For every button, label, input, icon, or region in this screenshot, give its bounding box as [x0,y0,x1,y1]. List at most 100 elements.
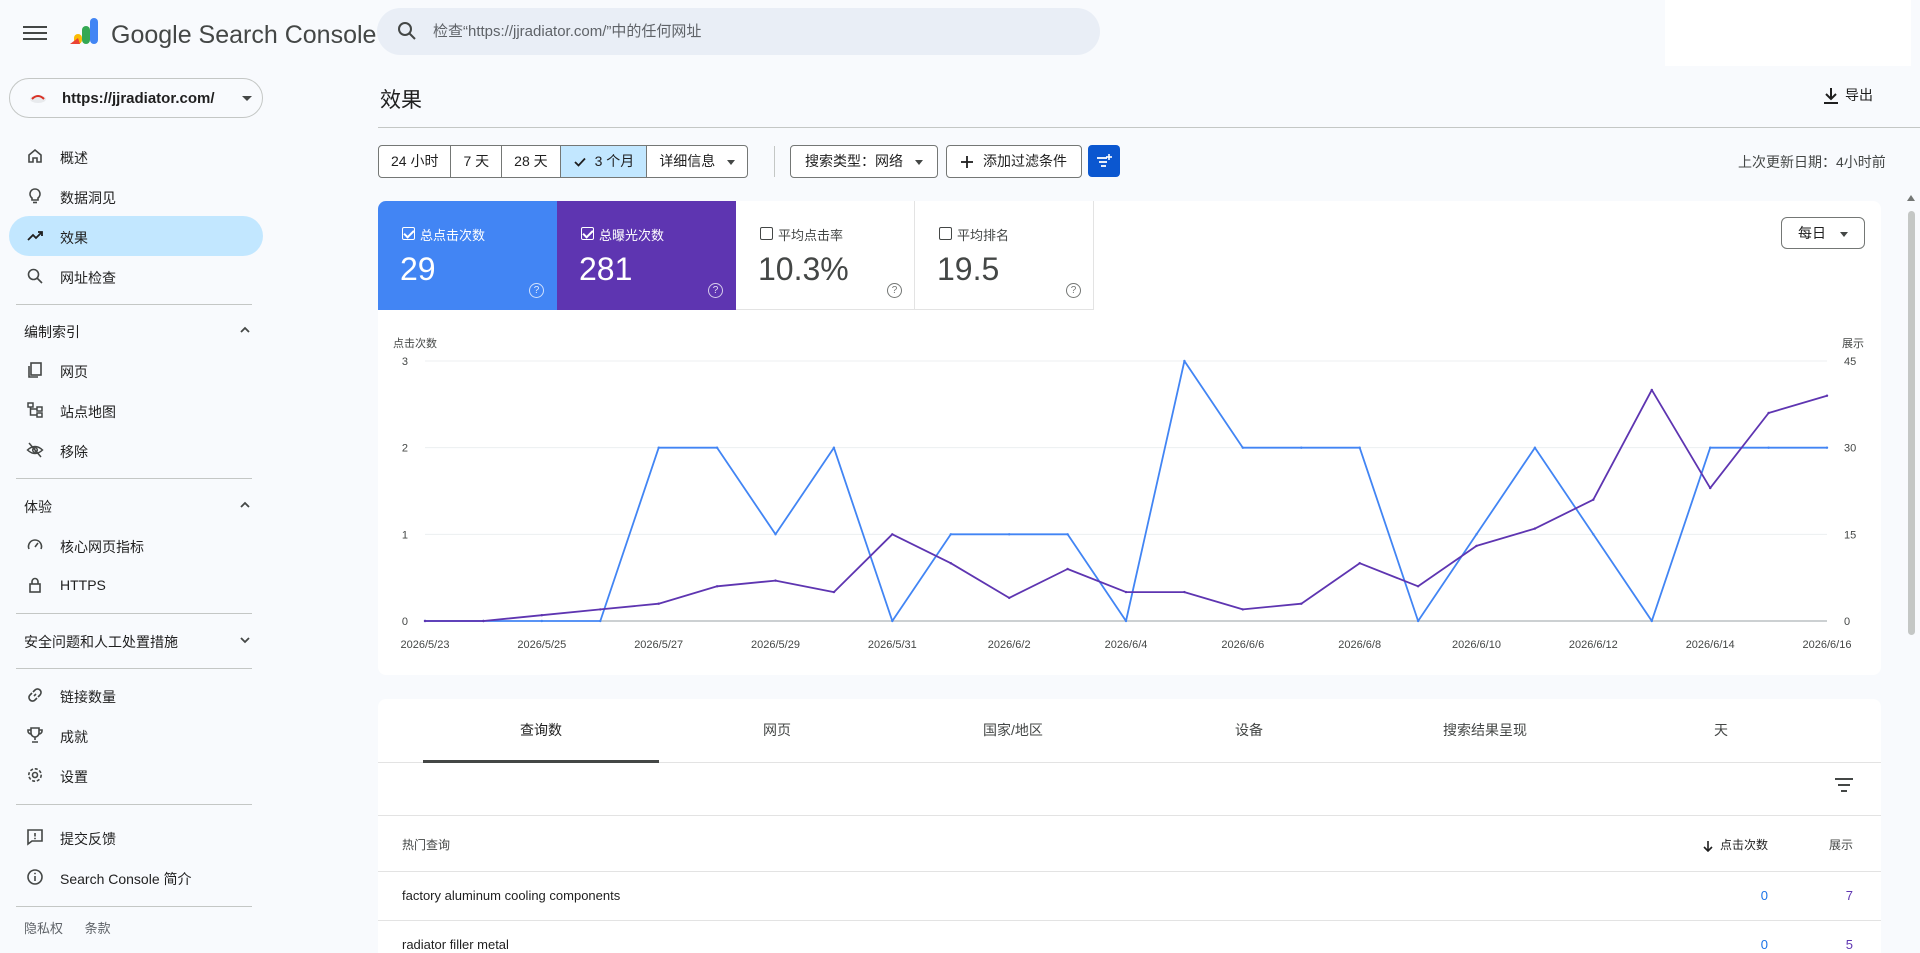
impressions-point [1533,527,1537,530]
checkbox[interactable] [939,227,952,240]
sidebar-item-removals[interactable]: 移除 [9,430,263,470]
sidebar-item-feedback[interactable]: 提交反馈 [9,817,263,857]
impressions-point [1066,567,1069,571]
help-icon[interactable]: ? [1066,283,1081,298]
performance-chart: 点击次数 展示012301530452026/5/23 2026/5/25 2026/… [393,336,1864,651]
scrollbar-thumb[interactable] [1908,211,1915,635]
sidebar-item-settings[interactable]: 设置 [9,755,263,795]
sidebar-item-overview[interactable]: 概述 [9,136,263,176]
terms-link[interactable]: 条款 [85,921,111,936]
feedback-icon [27,829,43,846]
tab-queries[interactable]: 查询数 [423,699,659,763]
help-icon[interactable]: ? [887,283,902,298]
download-icon [1824,88,1838,105]
sidebar-item-url-inspection[interactable]: 网址检查 [9,256,263,296]
impressions-point [1416,585,1420,588]
impressions-point [1241,608,1244,611]
help-icon[interactable]: ? [529,283,544,298]
right-tick-label: 30 [1844,443,1856,455]
table-row[interactable]: radiator filler metal 0 5 [378,921,1881,953]
range-3m-label: 3 个月 [594,153,635,169]
clicks-point [1592,533,1595,536]
checkbox[interactable] [581,227,594,240]
metric-label: 总曝光次数 [599,228,665,243]
tab-dates[interactable]: 天 [1603,699,1839,763]
sidebar-item-links[interactable]: 链接数量 [9,675,263,715]
column-header-impressions[interactable]: 展示 [1829,836,1853,853]
export-button[interactable]: 导出 [1823,85,1873,105]
range-24h[interactable]: 24 小时 [379,146,452,177]
tab-pages[interactable]: 网页 [659,699,895,763]
clicks-point [1650,619,1654,623]
sidebar-item-https[interactable]: HTTPS [9,565,263,605]
sidebar-section-experience[interactable]: 体验 [9,487,263,523]
impressions-point [1300,602,1303,605]
sidebar-item-core-web-vitals[interactable]: 核心网页指标 [9,525,263,565]
add-filter-button[interactable]: 添加过滤条件 [946,145,1082,178]
impressions-cell: 5 [1845,937,1853,952]
checkbox[interactable] [760,227,773,240]
query-cell: factory aluminum cooling components [402,888,621,903]
dimension-tabs: 查询数 网页 国家/地区 设备 搜索结果呈现 天 [378,699,1881,763]
impressions-point [1358,562,1361,565]
impressions-point [599,608,602,611]
tab-search-appearance[interactable]: 搜索结果呈现 [1367,699,1603,763]
search-type-filter[interactable]: 搜索类型：网络 [790,145,938,178]
search-input[interactable] [433,8,1073,55]
metric-total-impressions[interactable]: 总曝光次数 281 ? [557,201,736,310]
clicks-point [832,446,836,449]
table-filter-icon[interactable] [1834,777,1854,793]
table-row[interactable]: factory aluminum cooling components 0 7 [378,872,1881,921]
sidebar-item-insights[interactable]: 数据洞见 [9,176,263,216]
sidebar-item-label: Search Console 简介 [60,871,192,887]
sidebar-section-indexing[interactable]: 编制索引 [9,312,263,348]
granularity-select[interactable]: 每日 [1781,217,1865,249]
impressions-point [715,585,719,588]
impressions-point [1475,544,1478,548]
x-tick-label: 2026/6/14 [1686,639,1735,651]
sidebar-item-label: 网页 [60,364,88,380]
metric-total-clicks[interactable]: 总点击次数 29 ? [378,201,557,310]
x-tick-label: 2026/5/31 [868,639,917,651]
tab-countries[interactable]: 国家/地区 [895,699,1131,763]
sidebar-item-performance[interactable]: 效果 [9,216,263,256]
section-label: 体验 [24,499,52,515]
info-icon [27,869,43,885]
account-area[interactable] [1665,0,1911,66]
impressions-point [1767,411,1770,415]
property-selector[interactable]: https://jjradiator.com/ [9,78,263,118]
range-details[interactable]: 详细信息 [647,146,747,177]
sidebar-item-achievements[interactable]: 成就 [9,715,263,755]
main-menu-button[interactable] [22,22,48,44]
clicks-point [1241,446,1244,449]
clicks-point [1475,533,1478,536]
metric-average-ctr[interactable]: 平均点击率 10.3% ? [736,201,915,310]
metric-label: 总点击次数 [420,228,486,243]
url-inspect-search[interactable] [377,8,1100,55]
arrow-down-icon [1703,840,1713,852]
granularity-label: 每日 [1798,225,1826,241]
range-7d[interactable]: 7 天 [451,146,503,177]
scroll-up-arrow[interactable] [1907,195,1915,201]
tab-devices[interactable]: 设备 [1131,699,1367,763]
export-label: 导出 [1845,87,1873,103]
sidebar-item-pages[interactable]: 网页 [9,350,263,390]
sitemap-icon [27,402,43,418]
privacy-link[interactable]: 隐私权 [24,921,63,936]
metric-average-position[interactable]: 平均排名 19.5 ? [915,201,1094,310]
link-icon [28,688,42,702]
clicks-cell: 0 [1760,888,1768,903]
sidebar-item-sitemaps[interactable]: 站点地图 [9,390,263,430]
range-3m[interactable]: 3 个月 [560,146,648,177]
x-tick-label: 2026/5/29 [751,639,800,651]
impressions-series-line [425,389,1828,622]
help-icon[interactable]: ? [708,283,723,298]
filter-settings-button[interactable] [1088,145,1120,177]
filter-plus-icon [1097,154,1112,167]
sidebar-section-security[interactable]: 安全问题和人工处置措施 [9,622,263,658]
range-28d[interactable]: 28 天 [502,146,561,177]
column-header-clicks[interactable]: 点击次数 [1702,836,1768,853]
checkbox[interactable] [402,227,415,240]
sidebar-item-about[interactable]: Search Console 简介 [9,857,263,897]
clicks-point [1183,359,1186,363]
